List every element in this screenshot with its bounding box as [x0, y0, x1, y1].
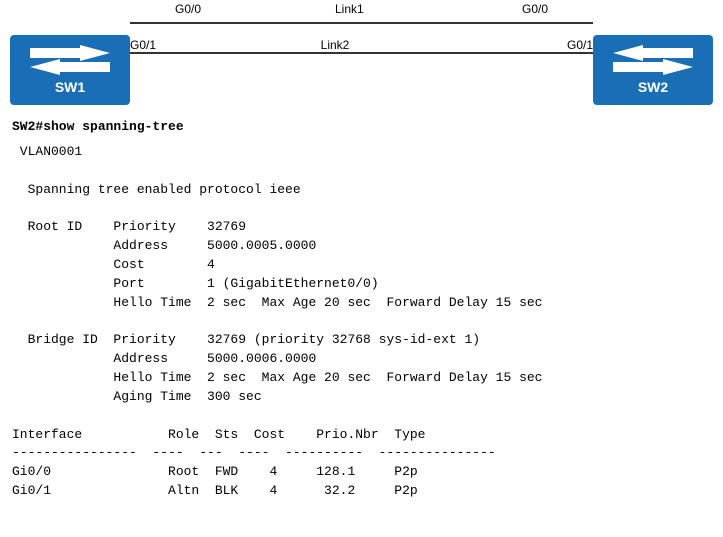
- sw1-switch: SW1: [10, 35, 130, 105]
- command-line: SW2#show spanning-tree: [12, 118, 711, 137]
- sw2-label: SW2: [638, 79, 668, 95]
- sw2-switch: SW2: [593, 35, 713, 105]
- sw1-arrow-svg: [30, 45, 110, 75]
- sw1-g00-top: G0/0: [175, 2, 201, 16]
- terminal-text: VLAN0001 Spanning tree enabled protocol …: [12, 143, 711, 501]
- link1-line: [130, 22, 593, 24]
- link1-top: Link1: [335, 2, 364, 16]
- network-diagram: G0/0 Link1 G0/0 G0/1 Link2 G0/1 SW1: [0, 0, 723, 110]
- sw2-arrows: [613, 45, 693, 75]
- link2-label: Link2: [321, 38, 350, 52]
- sw2-arrow-svg: [613, 45, 693, 75]
- sw2-g01-label: G0/1: [567, 38, 593, 52]
- sw2-g00-top: G0/0: [522, 2, 548, 16]
- sw1-label: SW1: [55, 79, 85, 95]
- link2-line: [130, 52, 593, 54]
- terminal-output: SW2#show spanning-tree VLAN0001 Spanning…: [0, 110, 723, 509]
- sw1-arrows: [30, 45, 110, 75]
- sw1-g01-label: G0/1: [130, 38, 156, 52]
